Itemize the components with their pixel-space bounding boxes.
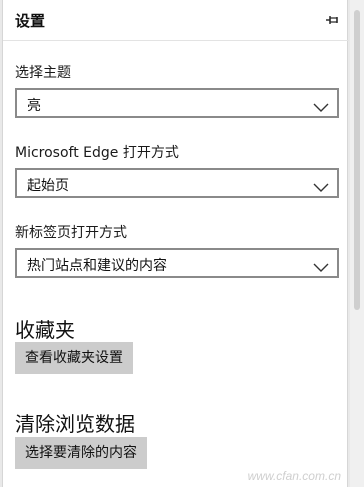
settings-panel: 设置 选择主题 亮 Microsoft Edge 打开方式 起始页 新标签页打开…: [2, 0, 349, 487]
theme-label: 选择主题: [15, 65, 71, 81]
chevron-down-icon: [313, 258, 329, 272]
new-tab-select-value: 热门站点和建议的内容: [27, 258, 167, 274]
pin-icon[interactable]: [325, 12, 341, 26]
scrollbar[interactable]: [350, 0, 364, 487]
theme-select-value: 亮: [27, 98, 41, 114]
open-with-select-value: 起始页: [27, 178, 69, 194]
choose-what-to-clear-button[interactable]: 选择要清除的内容: [15, 437, 147, 469]
watermark: www.cfan.com.cn: [247, 469, 341, 483]
scrollbar-thumb[interactable]: [354, 10, 360, 310]
favorites-heading: 收藏夹: [15, 318, 75, 342]
clear-data-heading: 清除浏览数据: [15, 412, 135, 436]
title-divider: [3, 40, 349, 41]
chevron-down-icon: [313, 178, 329, 192]
new-tab-select[interactable]: 热门站点和建议的内容: [15, 248, 339, 278]
new-tab-label: 新标签页打开方式: [15, 225, 127, 241]
open-with-label: Microsoft Edge 打开方式: [15, 145, 179, 161]
open-with-select[interactable]: 起始页: [15, 168, 339, 198]
chevron-down-icon: [313, 98, 329, 112]
theme-select[interactable]: 亮: [15, 88, 339, 118]
view-favorites-settings-button[interactable]: 查看收藏夹设置: [15, 342, 133, 374]
panel-title: 设置: [15, 12, 46, 30]
